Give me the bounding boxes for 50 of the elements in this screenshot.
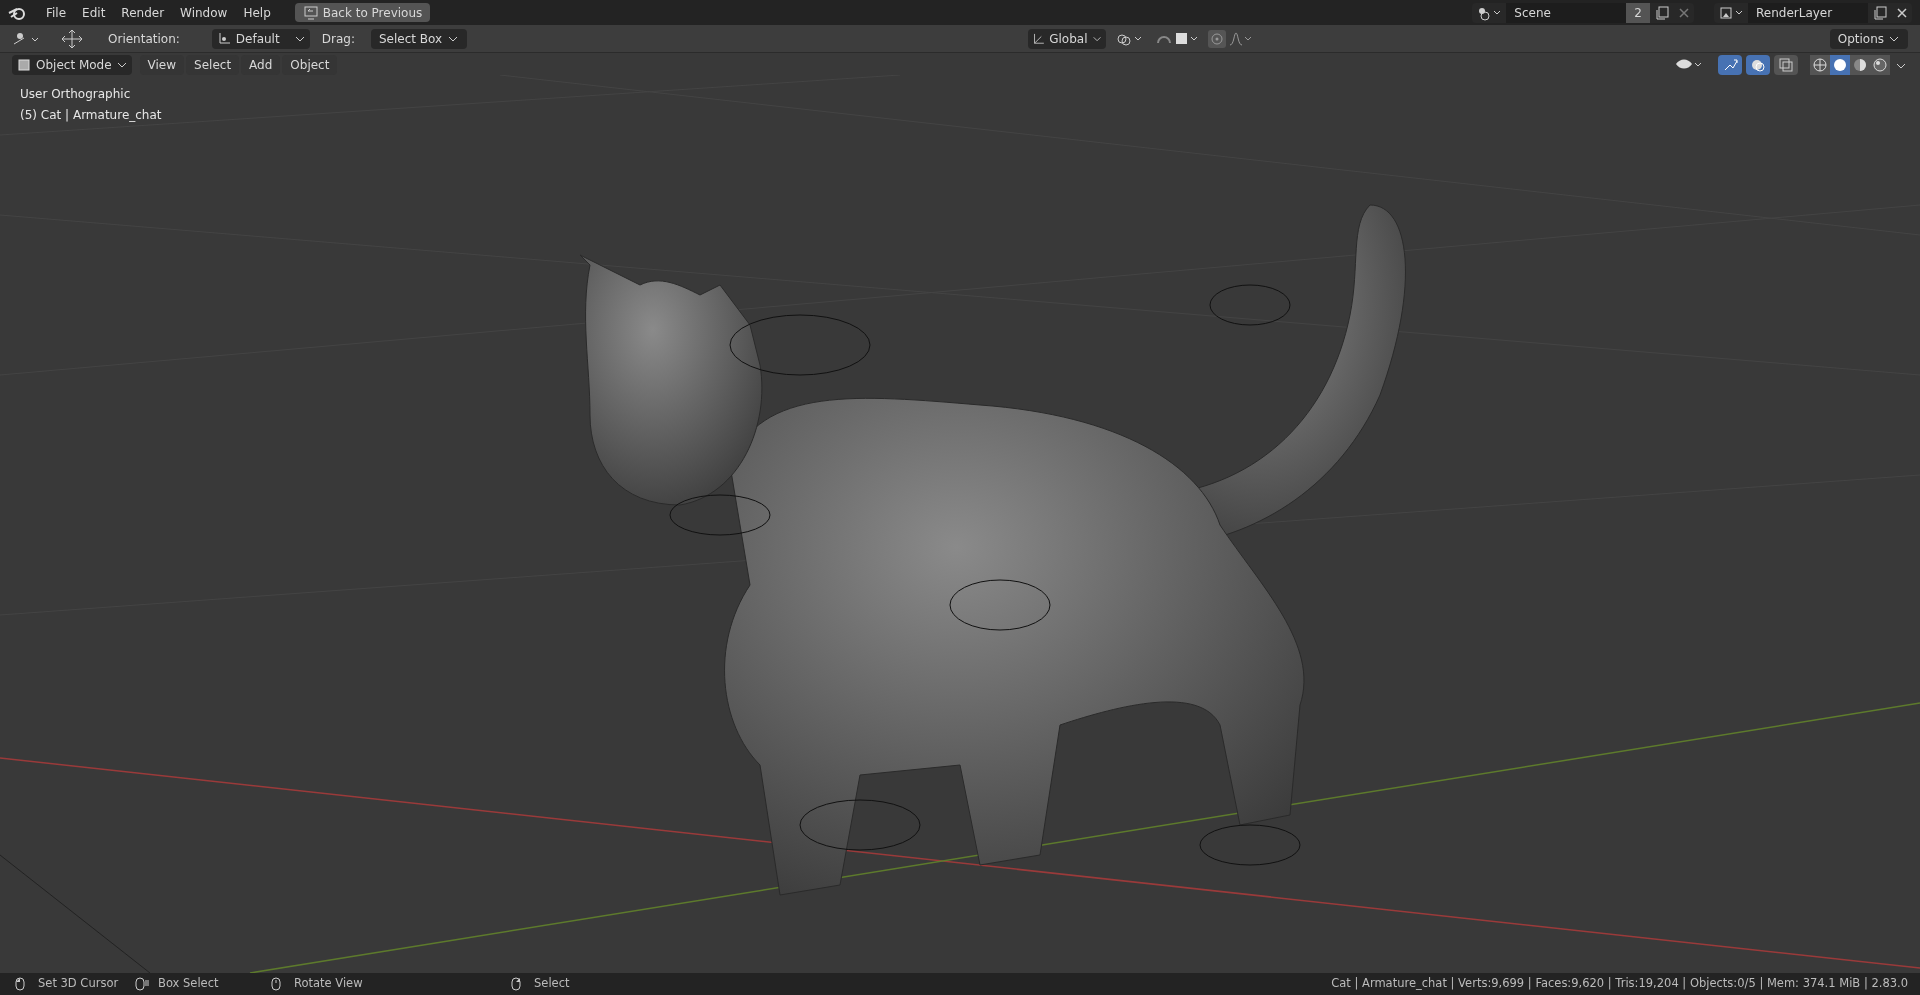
copy-icon[interactable] <box>1872 4 1888 21</box>
transform-orientation-dropdown[interactable]: Global <box>1027 28 1106 49</box>
shading-mode-button[interactable] <box>1830 55 1850 75</box>
sphere-icon <box>1852 57 1868 73</box>
copy-icon[interactable] <box>1654 4 1670 21</box>
sphere-icon <box>1812 57 1828 73</box>
close-icon[interactable] <box>1896 6 1908 19</box>
overlay-toggle[interactable] <box>1746 55 1770 75</box>
viewport-info-text: User Orthographic <box>20 86 132 103</box>
mode-dropdown[interactable]: Object Mode <box>12 55 132 75</box>
menu-item[interactable]: Edit <box>74 2 114 23</box>
shading-mode-button[interactable] <box>1850 55 1870 75</box>
gizmo-icon <box>1722 57 1738 73</box>
menu-item[interactable]: File <box>38 2 75 23</box>
back-to-previous-button[interactable]: Back to Previous <box>294 3 431 22</box>
proportional-edit-icon[interactable] <box>1207 28 1254 49</box>
menu-item[interactable]: Render <box>113 2 173 23</box>
gizmo-toggle[interactable] <box>1718 55 1742 75</box>
move-icon[interactable] <box>60 28 84 49</box>
status-hint: Select <box>534 975 570 993</box>
menu-item[interactable]: Help <box>235 2 279 23</box>
menu-item[interactable]: Select <box>186 55 240 75</box>
status-hint: Box Select <box>158 975 219 993</box>
scene-name-field[interactable]: Scene <box>1506 2 1627 23</box>
options-dropdown[interactable]: Options <box>1829 28 1908 49</box>
menu-item[interactable]: Add <box>241 55 281 75</box>
view-layer-field[interactable]: RenderLayer <box>1748 2 1868 23</box>
drag-dropdown[interactable]: Select Box <box>371 28 467 49</box>
user-count[interactable]: 2 <box>1626 2 1650 23</box>
orientation-label: Orientation: <box>108 30 180 48</box>
menu-item[interactable]: View <box>139 55 185 75</box>
status-hint: Set 3D Cursor <box>38 975 119 993</box>
object-mode-icon <box>16 57 32 73</box>
status-hint: Rotate View <box>294 975 363 993</box>
menu-item[interactable]: Window <box>172 2 236 23</box>
viewport-info-text: (5) Cat | Armature_chat <box>20 107 163 124</box>
shading-mode-button[interactable] <box>1870 55 1890 75</box>
xray-icon <box>1778 57 1794 73</box>
mouse-icon <box>132 976 150 992</box>
orientation-dropdown[interactable]: Default <box>211 28 310 49</box>
image-stack-icon[interactable] <box>1718 4 1744 21</box>
screen-icon <box>302 4 319 21</box>
shading-mode-button[interactable] <box>1810 55 1830 75</box>
drag-label: Drag: <box>321 30 355 48</box>
sphere-icon <box>1832 57 1848 73</box>
xray-toggle[interactable] <box>1774 55 1798 75</box>
menu-item[interactable]: Object <box>282 55 338 75</box>
overlay-icon <box>1750 57 1766 73</box>
scene-statistics: Cat | Armature_chat | Verts:9,699 | Faces:9,620 | Tris:19,204 | Objects:0/5 | Mem: 374.1 MiB | 2.83.0 <box>1331 975 1908 993</box>
sphere-icon <box>1872 57 1888 73</box>
